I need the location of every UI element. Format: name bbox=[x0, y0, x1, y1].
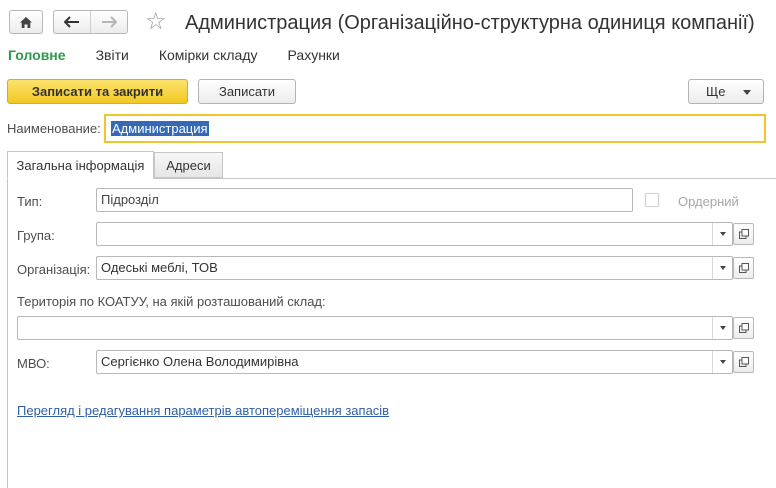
chevron-down-icon bbox=[719, 232, 726, 236]
home-icon bbox=[20, 16, 32, 28]
tab-addresses[interactable]: Адреси bbox=[154, 152, 223, 178]
mvo-label: МВО: bbox=[17, 356, 50, 371]
chevron-down-icon bbox=[719, 360, 726, 364]
home-button[interactable] bbox=[9, 10, 43, 34]
save-button[interactable]: Записати bbox=[198, 79, 296, 104]
territory-open-button[interactable] bbox=[733, 317, 754, 339]
open-form-icon bbox=[738, 323, 749, 333]
organization-field-value: Одеські меблі, ТОВ bbox=[101, 260, 218, 275]
mvo-field-value: Сергієнко Олена Володимирівна bbox=[101, 354, 299, 369]
more-button-label: Ще bbox=[706, 84, 726, 99]
save-and-close-button[interactable]: Записати та закрити bbox=[7, 79, 188, 104]
type-field[interactable]: Підрозділ bbox=[96, 188, 633, 212]
chevron-down-icon bbox=[719, 326, 726, 330]
organization-label: Організація: bbox=[17, 262, 91, 277]
ordered-label: Ордерний bbox=[678, 194, 739, 209]
ordered-checkbox[interactable] bbox=[645, 193, 659, 207]
name-label: Наименование: bbox=[7, 121, 101, 136]
page-title: Администрация (Організаційно-структурна … bbox=[185, 12, 755, 34]
territory-field[interactable] bbox=[17, 316, 733, 340]
chevron-down-icon bbox=[719, 266, 726, 270]
star-icon[interactable]: ☆ bbox=[145, 8, 167, 34]
chevron-down-icon bbox=[743, 90, 751, 95]
mvo-field[interactable]: Сергієнко Олена Володимирівна bbox=[96, 350, 733, 374]
mvo-dropdown-button[interactable] bbox=[712, 351, 732, 373]
name-input[interactable]: Администрация bbox=[104, 114, 766, 143]
section-accounts[interactable]: Рахунки bbox=[288, 46, 340, 64]
sections-menu: Головне Звіти Комірки складу Рахунки bbox=[8, 46, 370, 64]
organization-field[interactable]: Одеські меблі, ТОВ bbox=[96, 256, 733, 280]
group-field[interactable] bbox=[96, 222, 733, 246]
territory-label: Територія по КОАТУУ, на якій розташовани… bbox=[17, 294, 326, 309]
section-main[interactable]: Головне bbox=[8, 46, 66, 64]
territory-dropdown-button[interactable] bbox=[712, 317, 732, 339]
history-navigation bbox=[53, 10, 128, 34]
group-dropdown-button[interactable] bbox=[712, 223, 732, 245]
forward-arrow-icon bbox=[102, 16, 117, 28]
forward-button[interactable] bbox=[90, 11, 127, 33]
section-reports[interactable]: Звіти bbox=[96, 46, 129, 64]
mvo-open-button[interactable] bbox=[733, 351, 754, 373]
open-form-icon bbox=[738, 357, 749, 367]
open-form-icon bbox=[738, 229, 749, 239]
more-button[interactable]: Ще bbox=[688, 79, 764, 104]
back-arrow-icon bbox=[64, 16, 79, 28]
group-open-button[interactable] bbox=[733, 223, 754, 245]
organization-open-button[interactable] bbox=[733, 257, 754, 279]
back-button[interactable] bbox=[54, 11, 90, 33]
tab-general-info[interactable]: Загальна інформація bbox=[7, 151, 154, 179]
type-label: Тип: bbox=[17, 194, 43, 209]
section-storage-cells[interactable]: Комірки складу bbox=[159, 46, 258, 64]
open-form-icon bbox=[738, 263, 749, 273]
organization-dropdown-button[interactable] bbox=[712, 257, 732, 279]
name-input-value: Администрация bbox=[111, 121, 209, 136]
group-label: Група: bbox=[17, 228, 55, 243]
autotransfer-settings-link[interactable]: Перегляд і редагування параметрів автопе… bbox=[17, 403, 389, 418]
type-field-value: Підрозділ bbox=[101, 192, 159, 207]
